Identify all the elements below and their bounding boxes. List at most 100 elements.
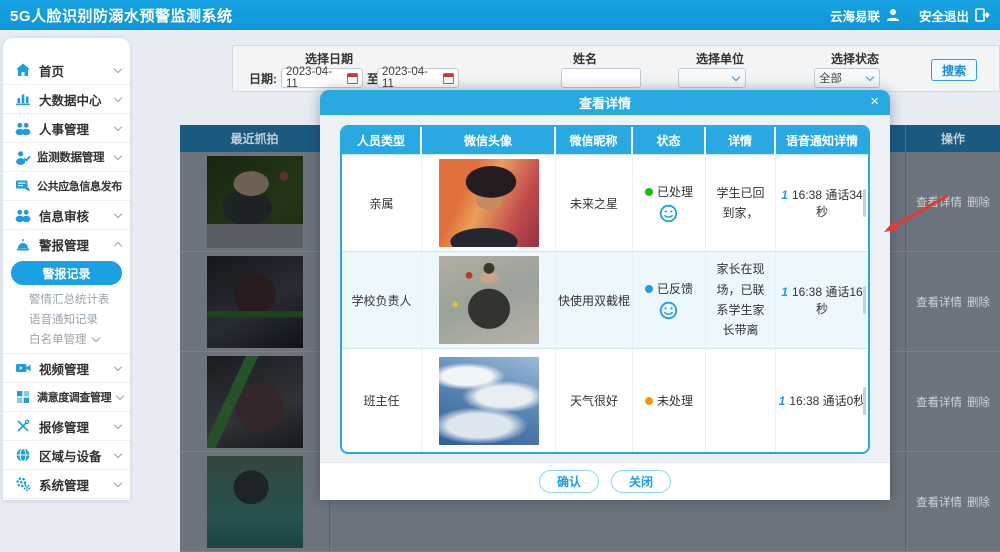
- logout-button[interactable]: 安全退出: [919, 6, 990, 25]
- name-input[interactable]: [561, 68, 641, 88]
- capture-photo: [207, 456, 303, 548]
- date-to-input[interactable]: 2023-04-11: [377, 68, 459, 88]
- capture-photo: [207, 256, 303, 348]
- view-details-link[interactable]: 查看详情: [916, 194, 962, 210]
- detail-text: 家长在现场，已联系学生家长带离: [706, 259, 775, 341]
- app-title: 5G人脸识别防溺水预警监测系统: [10, 5, 233, 26]
- sidebar-subitem-whitelist[interactable]: 白名单管理: [3, 329, 130, 349]
- scrollbar-thumb[interactable]: [863, 189, 866, 217]
- date-prefix-label: 日期:: [249, 70, 277, 87]
- logout-icon: [974, 7, 990, 23]
- siren-icon: [15, 237, 31, 253]
- sidebar-item-repair[interactable]: 报修管理: [3, 412, 130, 441]
- chevron-down-icon: [114, 151, 122, 159]
- tools-icon: [15, 418, 31, 434]
- home-icon: [15, 62, 31, 78]
- chevron-down-icon: [114, 209, 122, 217]
- sidebar-item-video-mgmt[interactable]: 视频管理: [3, 354, 130, 383]
- delete-link[interactable]: 删除: [967, 294, 990, 310]
- delete-link[interactable]: 删除: [967, 194, 990, 210]
- person-type: 亲属: [342, 155, 422, 251]
- chevron-down-icon: [114, 420, 122, 428]
- chevron-down-icon: [114, 362, 122, 370]
- wechat-nickname: 快使用双截棍: [556, 252, 633, 348]
- status-dot: [645, 188, 653, 196]
- people-icon: [15, 120, 31, 136]
- chevron-down-icon: [732, 73, 740, 81]
- call-index: 1: [781, 188, 788, 202]
- view-details-link[interactable]: 查看详情: [916, 394, 962, 410]
- call-info: 16:38 通话16秒: [792, 285, 863, 316]
- sidebar-item-hr[interactable]: 人事管理: [3, 114, 130, 143]
- person-type: 班主任: [342, 349, 422, 452]
- status-select[interactable]: 全部: [814, 68, 880, 88]
- details-modal: 查看详情 × 人员类型 微信头像 微信昵称 状态 详情 语音通知详情 亲属 未来…: [320, 90, 890, 500]
- wechat-avatar: [439, 159, 539, 247]
- modal-table-row: 班主任 天气很好 未处理 116:38 通话0秒: [342, 348, 868, 452]
- sidebar-subitem-alarm-summary[interactable]: 警情汇总统计表: [3, 289, 130, 309]
- status-dot: [645, 285, 653, 293]
- calendar-icon: [443, 73, 454, 84]
- status-text: 已处理: [657, 183, 693, 200]
- call-index: 1: [781, 285, 788, 299]
- status-text: 未处理: [657, 392, 693, 409]
- modal-header: 查看详情 ×: [320, 90, 890, 115]
- scrollbar-thumb[interactable]: [863, 286, 866, 314]
- wechat-nickname: 未来之星: [556, 155, 633, 251]
- alarm-submenu: 警报记录 警情汇总统计表 语音通知记录 白名单管理: [3, 261, 130, 354]
- sidebar-item-public-emergency[interactable]: 公共应急信息发布: [3, 172, 130, 201]
- view-details-link[interactable]: 查看详情: [916, 494, 962, 510]
- scrollbar-thumb[interactable]: [863, 387, 866, 415]
- user-menu[interactable]: 云海易联: [830, 6, 901, 25]
- delete-link[interactable]: 删除: [967, 394, 990, 410]
- name-label: 姓名: [573, 50, 597, 67]
- globe-icon: [15, 447, 31, 463]
- person-type: 学校负责人: [342, 252, 422, 348]
- sidebar-item-system[interactable]: 系统管理: [3, 470, 130, 499]
- date-group-label: 选择日期: [305, 50, 353, 67]
- delete-link[interactable]: 删除: [967, 494, 990, 510]
- wechat-nickname: 天气很好: [556, 349, 633, 452]
- sidebar-item-info-audit[interactable]: 信息审核: [3, 201, 130, 230]
- calendar-icon: [347, 73, 358, 84]
- chevron-down-icon: [114, 64, 122, 72]
- date-from-input[interactable]: 2023-04-11: [281, 68, 363, 88]
- close-icon[interactable]: ×: [870, 90, 879, 115]
- status-text: 已反馈: [657, 280, 693, 297]
- modal-table-row: 亲属 未来之星 已处理 学生已回到家， 116:38 通话34秒: [342, 154, 868, 251]
- user-name: 云海易联: [830, 6, 880, 25]
- call-index: 1: [779, 394, 786, 408]
- status-label: 选择状态: [831, 50, 879, 67]
- unit-select[interactable]: [678, 68, 746, 88]
- modal-footer: 确认 关闭: [320, 462, 890, 500]
- sidebar-item-alarm-mgmt[interactable]: 警报管理: [3, 230, 130, 259]
- unit-label: 选择单位: [696, 50, 744, 67]
- action-column-header: 操作: [905, 125, 1000, 152]
- chevron-down-icon: [114, 93, 122, 101]
- detail-text: 学生已回到家，: [706, 183, 775, 224]
- chevron-up-icon: [114, 242, 122, 250]
- filter-panel: 选择日期 日期: 2023-04-11 至 2023-04-11 姓名 选择单位…: [232, 45, 1000, 92]
- sidebar-item-big-data[interactable]: 大数据中心: [3, 85, 130, 114]
- chevron-down-icon: [114, 122, 122, 130]
- sidebar-subitem-voice-records[interactable]: 语音通知记录: [3, 309, 130, 329]
- confirm-button[interactable]: 确认: [539, 470, 599, 493]
- sidebar: 首页 大数据中心 人事管理 监测数据管理 公共应急信息发布 信息审核 警报管理 …: [3, 38, 130, 500]
- modal-table-header: 人员类型 微信头像 微信昵称 状态 详情 语音通知详情: [342, 127, 868, 154]
- sidebar-item-monitor-data[interactable]: 监测数据管理: [3, 143, 130, 172]
- bar-chart-icon: [15, 91, 31, 107]
- user-icon: [885, 7, 901, 23]
- chevron-down-icon: [866, 73, 874, 81]
- close-button[interactable]: 关闭: [611, 470, 671, 493]
- smiley-icon: [659, 204, 678, 223]
- sidebar-item-region-device[interactable]: 区域与设备: [3, 441, 130, 470]
- sidebar-item-home[interactable]: 首页: [3, 56, 130, 85]
- page-body: 首页 大数据中心 人事管理 监测数据管理 公共应急信息发布 信息审核 警报管理 …: [0, 30, 1000, 500]
- search-button[interactable]: 搜索: [931, 59, 977, 81]
- sidebar-item-satisfaction[interactable]: 满意度调查管理: [3, 383, 130, 412]
- sidebar-subitem-alarm-records[interactable]: 警报记录: [11, 261, 122, 285]
- capture-photo: [207, 156, 303, 248]
- modal-title: 查看详情: [579, 93, 631, 112]
- view-details-link[interactable]: 查看详情: [916, 294, 962, 310]
- wechat-avatar: [439, 256, 539, 344]
